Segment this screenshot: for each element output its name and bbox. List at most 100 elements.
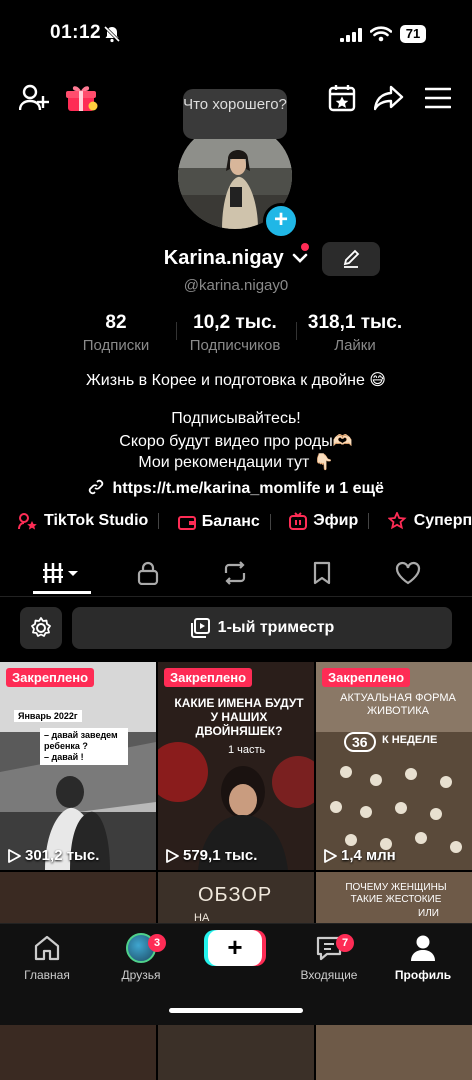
bio-line: Жизнь в Корее и подготовка к двойне 😅 bbox=[86, 372, 386, 389]
play-icon bbox=[8, 848, 21, 863]
tab-liked[interactable] bbox=[388, 558, 428, 588]
bio-line: Мои рекомендации тут 👇🏻 bbox=[138, 454, 334, 471]
grid-icon bbox=[43, 563, 78, 583]
view-count-value: 1,4 млн bbox=[341, 847, 396, 864]
home-indicator bbox=[169, 1008, 303, 1013]
tool-label: Суперпод bbox=[413, 512, 472, 529]
video-caption: ИЛИ bbox=[418, 908, 439, 919]
stat-label: Подписчиков bbox=[189, 337, 281, 354]
video-thumbnail[interactable]: Закреплено АКТУАЛЬНАЯ ФОРМА ЖИВОТИКА 36 … bbox=[316, 662, 472, 870]
nav-label: Друзья bbox=[121, 968, 161, 982]
tab-videos[interactable] bbox=[42, 558, 82, 588]
profile-name: Karina.nigay bbox=[163, 247, 284, 269]
add-story-button[interactable]: + bbox=[263, 203, 299, 239]
video-caption: Январь 2022г bbox=[14, 710, 82, 722]
tool-label: Эфир bbox=[313, 512, 359, 529]
video-caption-line: – давай ! bbox=[44, 752, 84, 762]
settings-gear-icon bbox=[31, 617, 51, 637]
status-prompt-bubble[interactable]: Что хорошего? bbox=[183, 89, 287, 139]
stat-divider bbox=[296, 322, 297, 340]
add-friend-icon[interactable] bbox=[19, 84, 49, 112]
bio-link[interactable]: https://t.me/karina_momlife и 1 ещё bbox=[0, 479, 472, 498]
video-caption: АКТУАЛЬНАЯ ФОРМА ЖИВОТИКА bbox=[340, 692, 456, 717]
profile-person-icon bbox=[411, 935, 435, 961]
bio-link-more: и 1 ещё bbox=[325, 480, 384, 497]
view-count: 1,4 млн bbox=[323, 847, 396, 864]
tool-label: Баланс bbox=[201, 513, 260, 530]
studio-icon bbox=[18, 513, 37, 530]
wifi-icon bbox=[370, 26, 392, 42]
link-icon bbox=[88, 479, 104, 495]
home-icon bbox=[34, 935, 60, 961]
tool-super-follow[interactable]: Суперпод bbox=[387, 512, 472, 530]
share-icon[interactable] bbox=[374, 85, 404, 111]
nav-friends[interactable]: Друзья 3 bbox=[96, 932, 186, 982]
view-count: 301,2 тыс. bbox=[7, 847, 99, 864]
create-button[interactable]: + bbox=[208, 930, 262, 966]
stat-label: Подписки bbox=[82, 337, 150, 354]
video-caption: 1 часть bbox=[228, 744, 266, 756]
view-count-value: 301,2 тыс. bbox=[25, 847, 100, 864]
filter-button[interactable] bbox=[20, 607, 62, 649]
bio-line: Подписывайтесь! bbox=[171, 410, 301, 427]
stat-value: 82 bbox=[105, 312, 127, 333]
view-count-value: 579,1 тыс. bbox=[183, 847, 258, 864]
video-grid: Закреплено Январь 2022г – давай заведем … bbox=[0, 662, 472, 1080]
playlist-label: 1-ый триместр bbox=[217, 619, 335, 636]
nav-inbox[interactable]: Входящие 7 bbox=[284, 932, 374, 982]
clock: 01:12 bbox=[50, 22, 102, 43]
tab-saved[interactable] bbox=[302, 558, 342, 588]
stat-likes[interactable]: 318,1 тыс. Лайки bbox=[298, 312, 412, 354]
tab-private[interactable] bbox=[128, 558, 168, 588]
tab-reposts[interactable] bbox=[215, 558, 255, 588]
live-tv-icon bbox=[289, 512, 308, 530]
tool-live[interactable]: Эфир bbox=[289, 512, 370, 530]
play-icon bbox=[166, 848, 179, 863]
video-caption: К НЕДЕЛЕ bbox=[382, 734, 438, 746]
friends-count-badge: 3 bbox=[148, 934, 166, 952]
menu-icon[interactable] bbox=[425, 87, 451, 109]
view-count: 579,1 тыс. bbox=[165, 847, 257, 864]
lock-icon bbox=[137, 561, 159, 585]
wallet-icon bbox=[177, 516, 196, 530]
pinned-badge: Закреплено bbox=[6, 668, 95, 687]
video-caption: КАКИЕ ИМЕНА БУДУТ У НАШИХ ДВОЙНЯШЕК? bbox=[174, 696, 304, 738]
bio-line: Скоро будут видео про роды🫶🏻 bbox=[119, 433, 353, 450]
nav-home[interactable]: Главная bbox=[2, 932, 92, 982]
pencil-icon bbox=[343, 249, 360, 268]
creator-tools-row: TikTok Studio Баланс Эфир Суперпод bbox=[18, 512, 472, 536]
video-thumbnail-image bbox=[0, 662, 156, 870]
repost-icon bbox=[224, 561, 246, 585]
stat-label: Лайки bbox=[334, 337, 376, 354]
stat-value: 10,2 тыс. bbox=[193, 312, 277, 333]
playlist-button[interactable]: 1-ый триместр bbox=[72, 607, 452, 649]
stat-divider bbox=[176, 322, 177, 340]
status-bar: 01:12 71 bbox=[0, 0, 472, 70]
nav-profile[interactable]: Профиль bbox=[378, 932, 468, 982]
nav-label: Главная bbox=[24, 968, 70, 982]
active-tab-indicator bbox=[33, 591, 91, 594]
pinned-badge: Закреплено bbox=[164, 668, 253, 687]
stat-followers[interactable]: 10,2 тыс. Подписчиков bbox=[178, 312, 292, 354]
battery-indicator: 71 bbox=[400, 25, 426, 43]
video-caption-line: – давай заведем ребенка ? bbox=[44, 730, 118, 751]
edit-profile-button[interactable] bbox=[322, 242, 380, 276]
gift-icon[interactable] bbox=[66, 83, 98, 113]
video-thumbnail-image bbox=[158, 662, 314, 870]
stat-following[interactable]: 82 Подписки bbox=[60, 312, 172, 354]
video-thumbnail[interactable]: Закреплено КАКИЕ ИМЕНА БУДУТ У НАШИХ ДВО… bbox=[158, 662, 314, 870]
chevron-down-icon[interactable] bbox=[292, 252, 308, 264]
play-icon bbox=[324, 848, 337, 863]
calendar-star-icon[interactable] bbox=[328, 84, 356, 112]
stat-value: 318,1 тыс. bbox=[307, 312, 403, 333]
bookmark-icon bbox=[313, 561, 331, 585]
video-caption: – давай заведем ребенка ? – давай ! bbox=[40, 728, 128, 765]
nav-label: Профиль bbox=[394, 968, 452, 982]
signal-icon bbox=[340, 28, 362, 42]
profile-handle: @karina.nigay0 bbox=[183, 277, 289, 294]
profile-name-row[interactable]: Karina.nigay bbox=[0, 247, 472, 270]
tool-balance[interactable]: Баланс bbox=[177, 513, 271, 531]
video-thumbnail[interactable]: Закреплено Январь 2022г – давай заведем … bbox=[0, 662, 156, 870]
video-caption: ОБЗОР bbox=[198, 884, 273, 906]
tool-tiktok-studio[interactable]: TikTok Studio bbox=[18, 512, 160, 530]
